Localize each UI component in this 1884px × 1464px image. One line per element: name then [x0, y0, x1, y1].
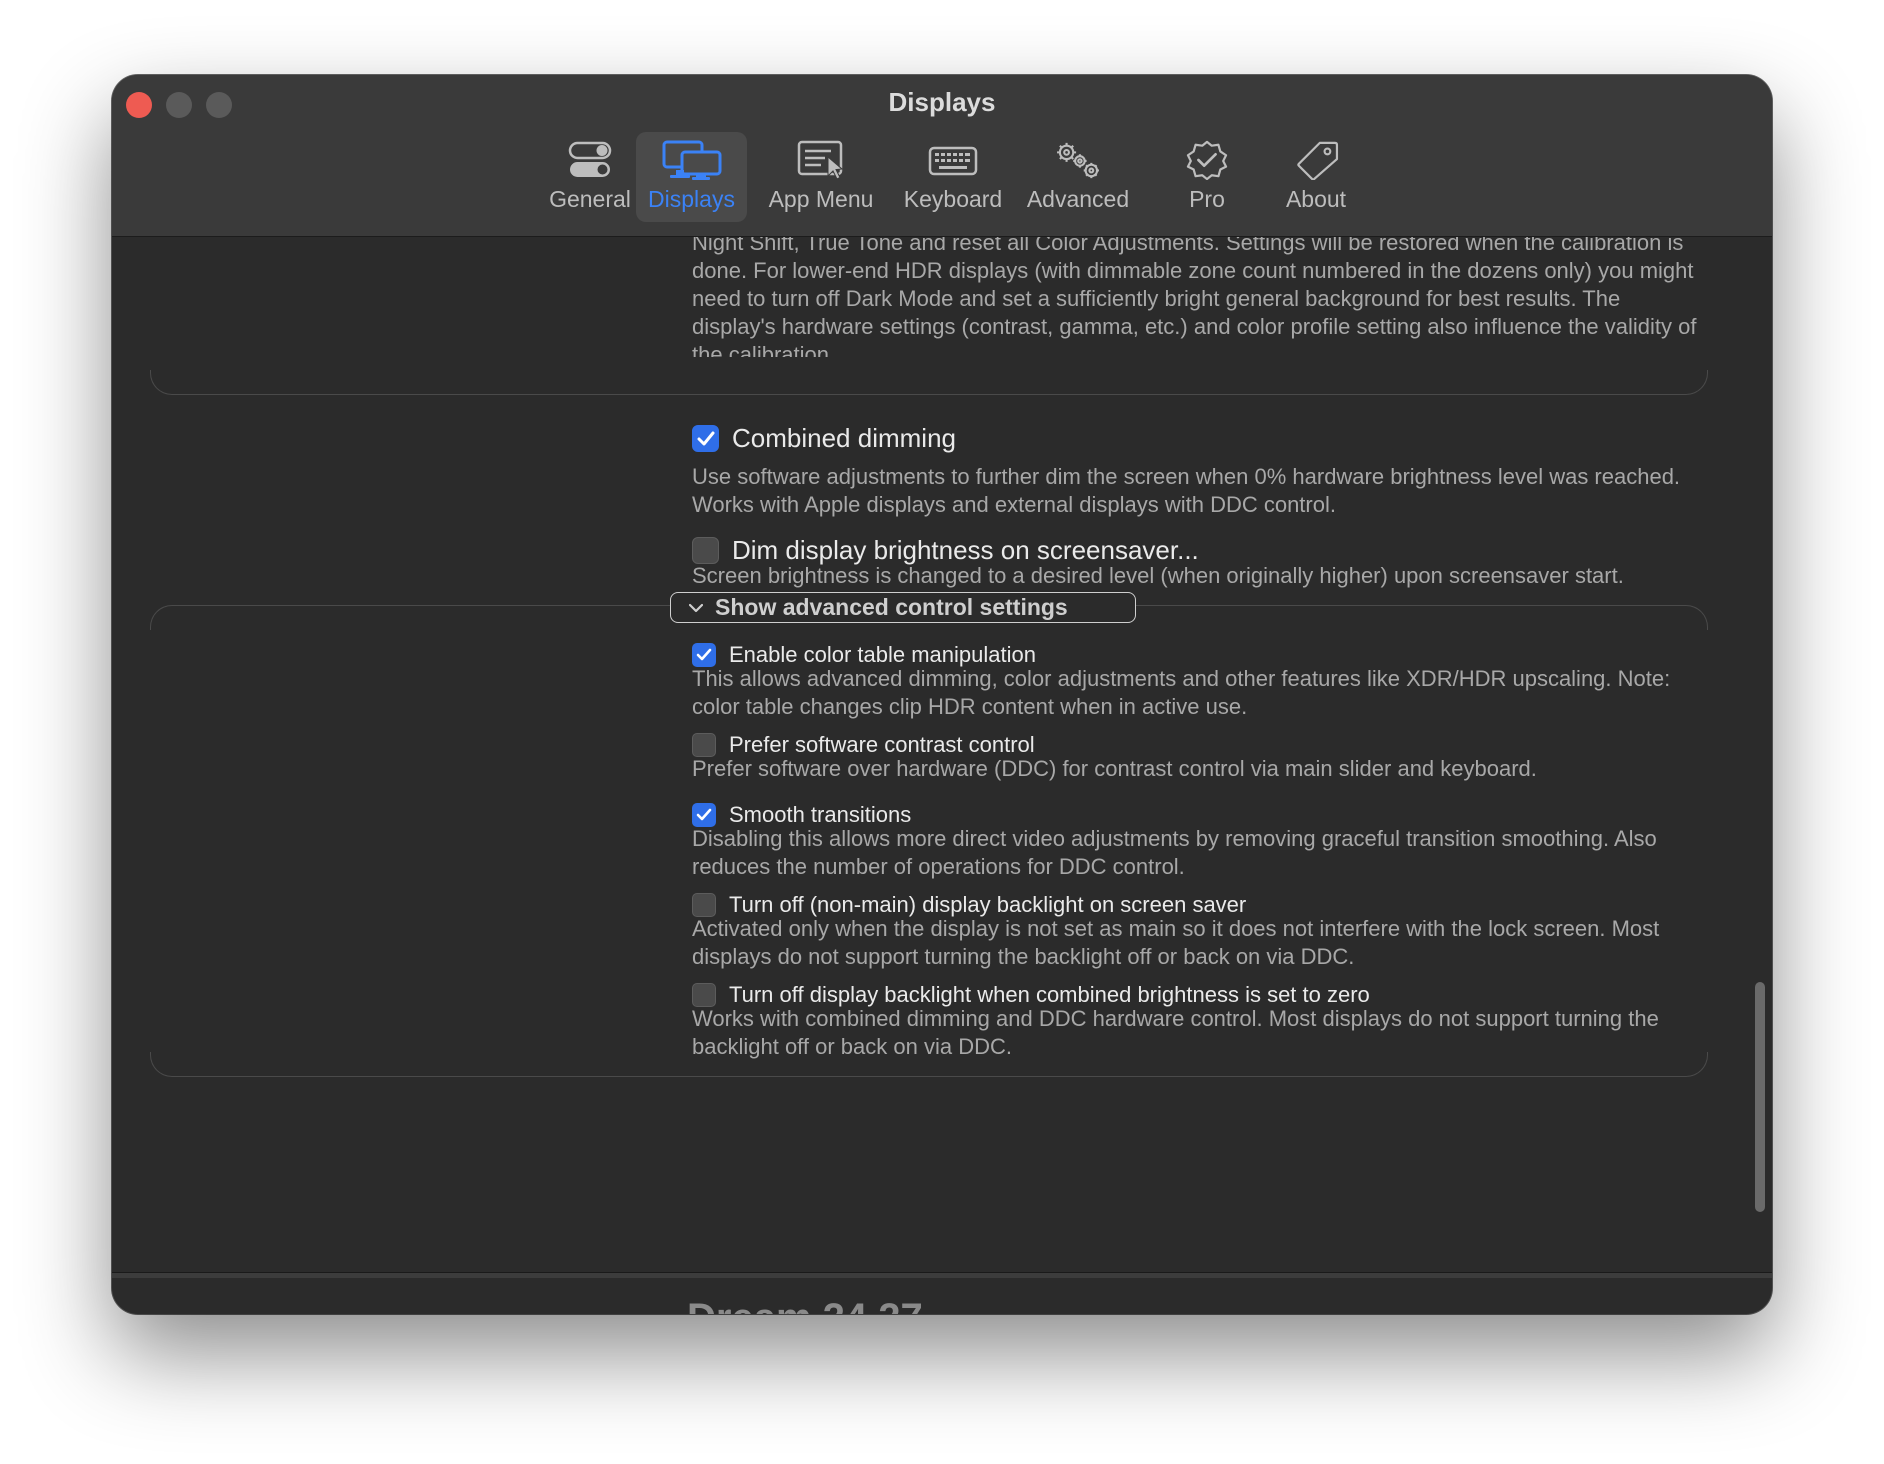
checkmark-seal-icon: [1186, 140, 1228, 180]
checkmark-icon: [697, 431, 714, 445]
toolbar: General Displays App Menu Keyboard Advan…: [112, 132, 1772, 222]
group-divider: [150, 370, 1708, 395]
footer-divider: [112, 1272, 1772, 1278]
display-name-peek: Dream 24 27: [687, 1298, 923, 1314]
software-contrast-checkbox[interactable]: [692, 733, 716, 757]
combined-dimming-checkbox[interactable]: [692, 425, 719, 452]
keyboard-icon: [928, 146, 978, 176]
calibration-note: Night Shift, True Tone and reset all Col…: [692, 237, 1697, 357]
combined-dimming-description: Use software adjustments to further dim …: [692, 464, 1681, 517]
tab-label: Displays: [648, 186, 735, 212]
checkmark-icon: [696, 648, 712, 661]
tab-label: About: [1285, 186, 1347, 212]
combined-dimming-row[interactable]: Combined dimming: [692, 423, 956, 454]
tab-keyboard[interactable]: Keyboard: [892, 132, 1014, 222]
tab-advanced[interactable]: Advanced: [1016, 132, 1140, 222]
group-divider: [150, 1052, 1708, 1077]
tab-about[interactable]: About: [1268, 132, 1364, 222]
color-table-checkbox[interactable]: [692, 643, 716, 667]
show-advanced-toggle[interactable]: Show advanced control settings: [670, 592, 1136, 623]
displays-icon: [662, 140, 721, 180]
window-title: Displays: [888, 87, 996, 117]
dim-on-screensaver-checkbox[interactable]: [692, 537, 719, 564]
tab-label: App Menu: [768, 186, 874, 212]
vertical-scrollbar[interactable]: [1755, 982, 1765, 1212]
tab-displays[interactable]: Displays: [636, 132, 747, 222]
calibration-clip: Night Shift, True Tone and reset all Col…: [112, 237, 1772, 357]
tab-general[interactable]: General: [534, 132, 646, 222]
tab-label: General: [549, 186, 631, 212]
backlight-screensaver-description: Activated only when the display is not s…: [692, 916, 1660, 969]
software-contrast-description: Prefer software over hardware (DDC) for …: [692, 756, 1537, 781]
preferences-window: Displays General Displays App Menu Keybo…: [112, 75, 1772, 1314]
toggles-icon: [568, 141, 612, 177]
gears-icon: [1057, 142, 1099, 179]
smooth-transitions-checkbox[interactable]: [692, 803, 716, 827]
tag-icon: [1297, 141, 1339, 180]
chevron-down-icon: [689, 603, 703, 612]
backlight-zero-checkbox[interactable]: [692, 983, 716, 1007]
title-bar: Displays General Displays App Menu Keybo…: [112, 75, 1772, 237]
settings-content: Night Shift, True Tone and reset all Col…: [112, 237, 1772, 1314]
backlight-screensaver-checkbox[interactable]: [692, 893, 716, 917]
checkmark-icon: [696, 808, 712, 821]
tab-label: Advanced: [1026, 186, 1130, 212]
tab-label: Pro: [1189, 186, 1225, 212]
dim-on-screensaver-description: Screen brightness is changed to a desire…: [692, 563, 1624, 588]
color-table-description: This allows advanced dimming, color adju…: [692, 666, 1671, 719]
app-menu-icon: [797, 140, 844, 180]
tab-app-menu[interactable]: App Menu: [757, 132, 885, 222]
show-advanced-label: Show advanced control settings: [715, 594, 1068, 620]
combined-dimming-label: Combined dimming: [732, 423, 956, 453]
smooth-transitions-description: Disabling this allows more direct video …: [692, 826, 1657, 879]
tab-label: Keyboard: [903, 186, 1003, 212]
tab-pro[interactable]: Pro: [1162, 132, 1252, 222]
